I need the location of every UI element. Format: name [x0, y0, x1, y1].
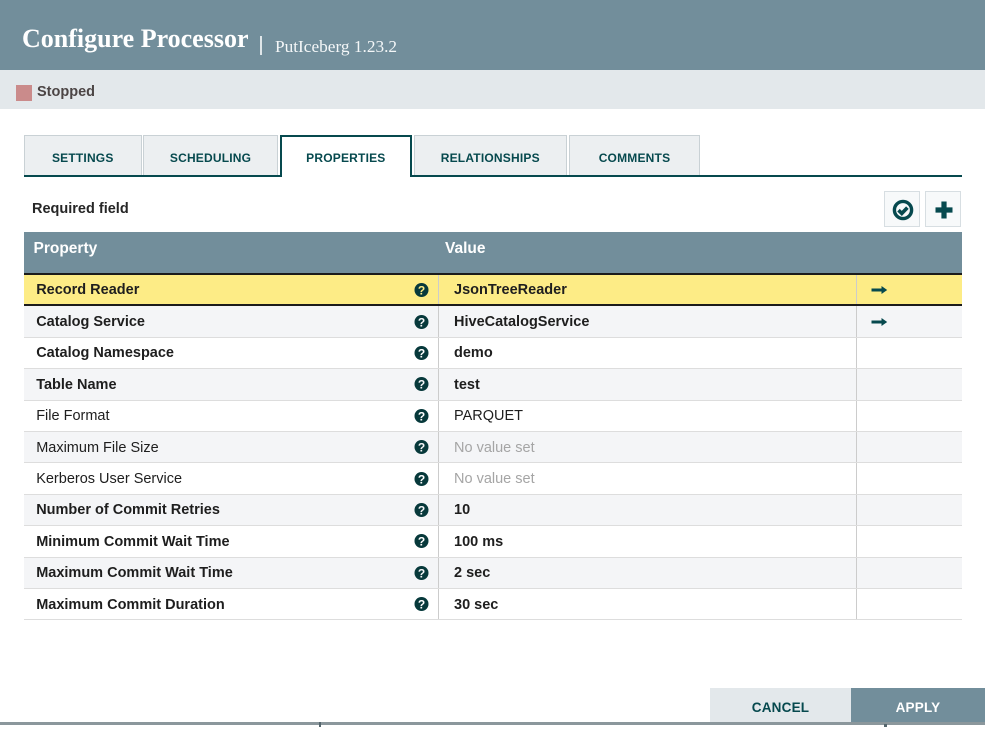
- svg-text:?: ?: [418, 378, 425, 392]
- svg-text:?: ?: [418, 409, 425, 423]
- svg-text:?: ?: [418, 283, 425, 297]
- svg-text:?: ?: [418, 315, 425, 329]
- svg-text:?: ?: [418, 535, 425, 549]
- svg-text:?: ?: [418, 440, 425, 454]
- svg-text:?: ?: [418, 503, 425, 517]
- svg-text:?: ?: [418, 346, 425, 360]
- svg-text:?: ?: [418, 566, 425, 580]
- svg-text:?: ?: [418, 472, 425, 486]
- svg-text:?: ?: [418, 597, 425, 611]
